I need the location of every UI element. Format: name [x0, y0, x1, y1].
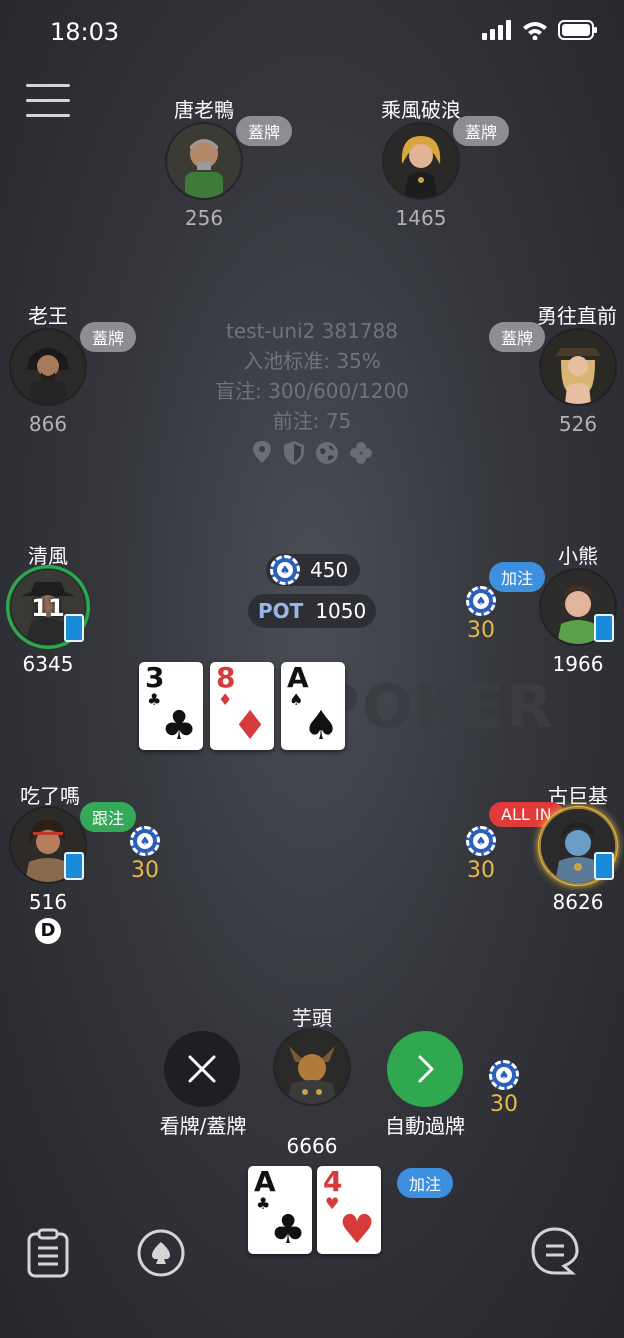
poker-watermark: POKER	[316, 672, 555, 742]
pot-chip-icon: ♠	[270, 555, 300, 585]
bet-chip-icon-7: ♠	[130, 826, 160, 856]
player-bet-8: 30	[467, 858, 495, 883]
player-bet-7: 30	[131, 858, 159, 883]
entry-rate: 入池标准: 35%	[243, 349, 381, 373]
globe-icon	[316, 442, 338, 464]
auto-check-label[interactable]: 自動過牌	[372, 1110, 478, 1139]
player-avatar-4[interactable]	[541, 330, 615, 404]
pot-label: POT	[258, 599, 304, 623]
close-icon	[188, 1055, 216, 1083]
player-stack-3: 866	[28, 412, 68, 436]
clipboard-icon[interactable]	[26, 1228, 70, 1282]
round-bet-amount: 450	[310, 558, 349, 582]
community-card-3: A ♠ ♠	[281, 662, 345, 750]
player-name-6: 小熊	[558, 544, 598, 568]
clover-icon	[350, 442, 372, 464]
player-avatar-1[interactable]	[167, 124, 241, 198]
table-rule-icons	[162, 440, 462, 466]
blinds: 盲注: 300/600/1200	[215, 379, 409, 403]
player-name-7: 吃了嗎	[20, 784, 80, 808]
player-stack-1: 256	[184, 206, 224, 230]
hole-card-back-6	[594, 614, 614, 642]
fold-label[interactable]: 看牌/蓋牌	[148, 1110, 258, 1139]
player-avatar-2[interactable]	[384, 124, 458, 198]
hero-stack: 6666	[286, 1134, 338, 1158]
hero-avatar[interactable]	[275, 1030, 349, 1104]
battery-icon	[558, 20, 597, 40]
community-card-1: 3 ♣ ♣	[139, 662, 203, 750]
bet-chip-icon-8: ♠	[466, 826, 496, 856]
table-name: test-uni2 381788	[226, 319, 398, 343]
player-status-badge-2: 蓋牌	[453, 116, 510, 146]
hero-card-1: A ♣ ♣	[248, 1166, 312, 1254]
player-status-badge-1: 蓋牌	[236, 116, 293, 146]
player-stack-5: 6345	[22, 652, 74, 676]
signal-icon	[482, 20, 511, 40]
bet-chip-icon-6: ♠	[466, 586, 496, 616]
status-icons	[482, 20, 598, 40]
menu-icon[interactable]	[26, 84, 70, 118]
player-bet-6: 30	[467, 618, 495, 643]
poker-table-screen: { "status_bar": {"time": "18:03"}, "tabl…	[0, 0, 624, 1338]
spade-icon[interactable]	[136, 1228, 186, 1282]
player-stack-7: 516	[28, 890, 68, 914]
hero-name: 芋頭	[292, 1006, 332, 1030]
hole-card-back-5	[64, 614, 84, 642]
pot-total: 1050	[315, 599, 367, 623]
community-card-2: 8 ♦ ♦	[210, 662, 274, 750]
turn-timer: 11	[31, 594, 65, 622]
player-avatar-3[interactable]	[11, 330, 85, 404]
auto-check-button[interactable]	[387, 1031, 463, 1107]
table-info: test-uni2 381788 入池标准: 35% 盲注: 300/600/1…	[162, 316, 462, 466]
player-status-badge-6: 加注	[489, 562, 546, 592]
hero-card-2: 4 ♥ ♥	[317, 1166, 381, 1254]
hole-card-back-8	[594, 852, 614, 880]
ante: 前注: 75	[272, 409, 352, 433]
player-stack-8: 8626	[552, 890, 604, 914]
chat-icon[interactable]	[530, 1226, 580, 1284]
player-name-3: 老王	[28, 304, 68, 328]
dealer-button: D	[35, 918, 61, 944]
fold-button[interactable]	[164, 1031, 240, 1107]
hole-card-back-7	[64, 852, 84, 880]
location-icon	[253, 441, 271, 463]
hero-bet-chip-icon: ♠	[489, 1060, 519, 1090]
player-name-4: 勇往直前	[537, 304, 617, 328]
wifi-icon	[523, 22, 547, 40]
player-stack-4: 526	[558, 412, 598, 436]
player-status-badge-3: 蓋牌	[80, 322, 137, 352]
hero-raise-badge[interactable]: 加注	[397, 1168, 454, 1198]
player-name-1: 唐老鴨	[174, 98, 234, 122]
player-stack-6: 1966	[552, 652, 604, 676]
player-stack-2: 1465	[395, 206, 447, 230]
player-status-badge-7: 跟注	[80, 802, 137, 832]
hero-bet: 30	[490, 1092, 518, 1117]
chevron-right-icon	[418, 1055, 434, 1083]
status-time: 18:03	[50, 18, 120, 46]
player-status-badge-4: 蓋牌	[489, 322, 546, 352]
pot-pill: POT 1050	[248, 594, 376, 628]
round-bet-pill: ♠ 450	[266, 554, 360, 586]
shield-icon	[284, 441, 304, 465]
